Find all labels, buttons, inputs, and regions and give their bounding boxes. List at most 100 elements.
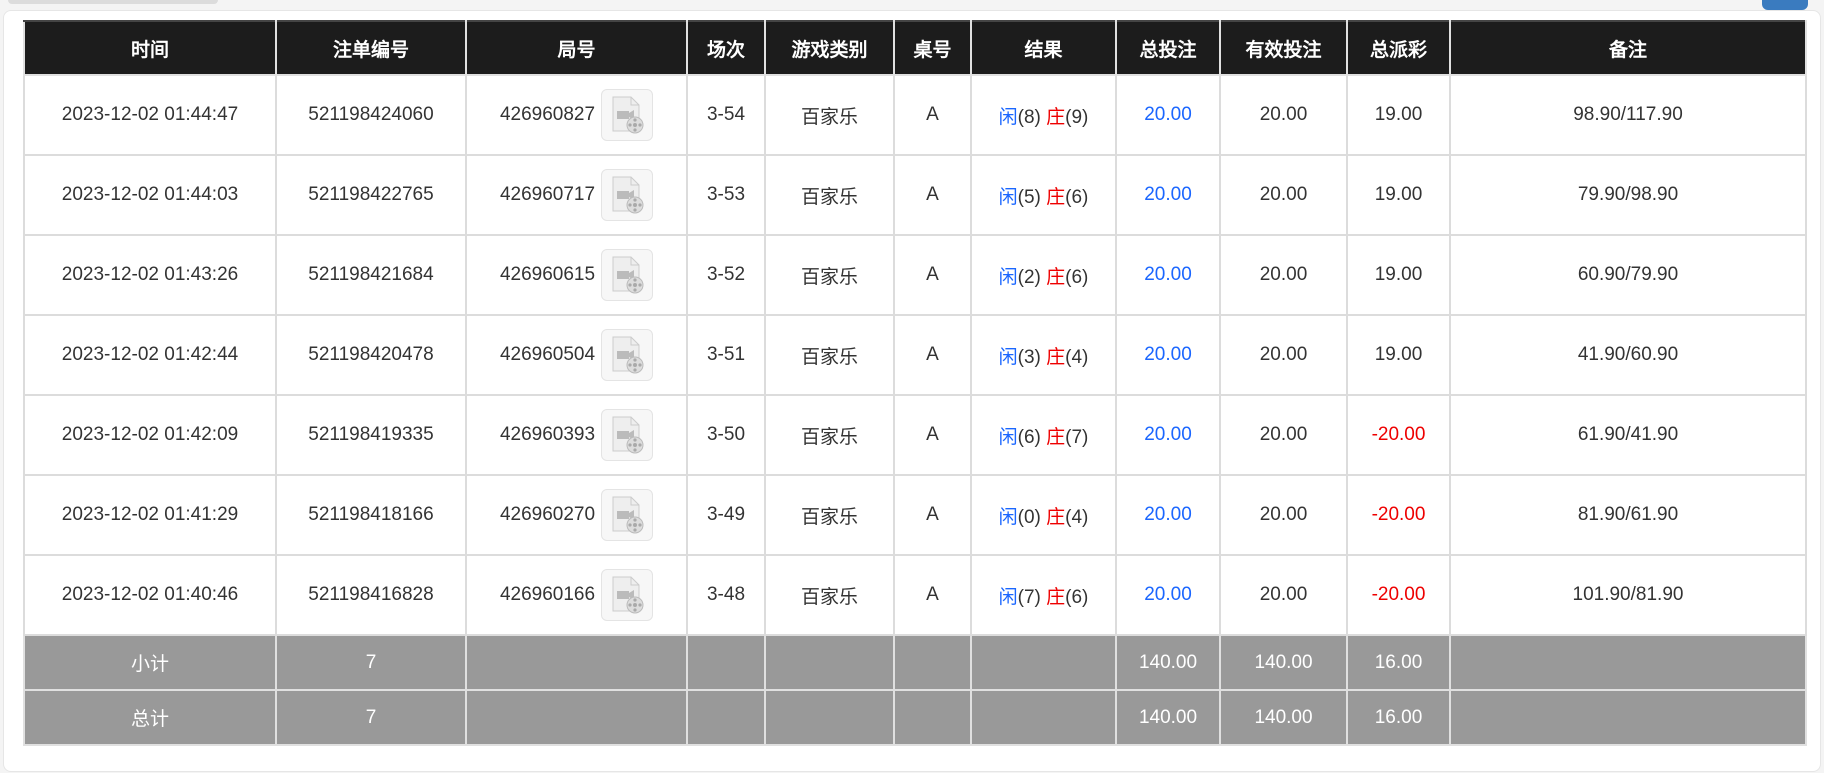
bet-id: 521198422765	[275, 154, 467, 236]
note: 61.90/41.90	[1449, 394, 1807, 476]
round-cell: 426960166	[465, 554, 688, 636]
banker-label: 庄	[1046, 266, 1066, 288]
player-label: 闲	[998, 186, 1018, 208]
table-number: A	[893, 554, 972, 636]
banker-label: 庄	[1046, 586, 1066, 608]
table-row: 2023-12-02 01:42:09 521198419335 4269603…	[23, 394, 1807, 476]
bet-id: 521198418166	[275, 474, 467, 556]
total-bet: 20.00	[1115, 74, 1221, 156]
subtotal-payout: 16.00	[1346, 634, 1451, 691]
total-row: 总计 7 140.00 140.00 16.00	[23, 689, 1807, 746]
table-row: 2023-12-02 01:44:47 521198424060 4269608…	[23, 74, 1807, 156]
round-number: 426960393	[499, 424, 596, 445]
subtotal-label: 小计	[23, 634, 277, 691]
result: 闲(3) 庄(4)	[970, 314, 1117, 396]
bet-time: 2023-12-02 01:43:26	[23, 234, 277, 316]
valid-bet: 20.00	[1219, 394, 1348, 476]
session: 3-52	[686, 234, 766, 316]
column-header: 总派彩	[1346, 20, 1451, 76]
total-bet: 20.00	[1115, 474, 1221, 556]
bet-records-table: 时间 注单编号 局号 场次 游戏类别 桌号 结果 总投注 有效投注 总派彩 备注 2023-12-0…	[23, 20, 1807, 746]
game-type: 百家乐	[764, 394, 895, 476]
total-payout: 16.00	[1346, 689, 1451, 746]
round-cell: 426960827	[465, 74, 688, 156]
bet-time: 2023-12-02 01:41:29	[23, 474, 277, 556]
total-label: 总计	[23, 689, 277, 746]
round-number: 426960270	[499, 504, 596, 525]
column-header: 桌号	[893, 20, 972, 76]
round-cell: 426960717	[465, 154, 688, 236]
banker-label: 庄	[1046, 426, 1066, 448]
video-file-icon[interactable]	[601, 569, 654, 621]
player-score: (2)	[1017, 266, 1041, 288]
total-total-bet: 140.00	[1115, 689, 1221, 746]
session: 3-53	[686, 154, 766, 236]
valid-bet: 20.00	[1219, 314, 1348, 396]
video-file-icon[interactable]	[601, 89, 654, 141]
player-label: 闲	[998, 426, 1018, 448]
session: 3-51	[686, 314, 766, 396]
note: 60.90/79.90	[1449, 234, 1807, 316]
session: 3-48	[686, 554, 766, 636]
player-score: (6)	[1017, 426, 1041, 448]
table-row: 2023-12-02 01:40:46 521198416828 4269601…	[23, 554, 1807, 636]
valid-bet: 20.00	[1219, 74, 1348, 156]
round-cell: 426960615	[465, 234, 688, 316]
column-header: 场次	[686, 20, 766, 76]
valid-bet: 20.00	[1219, 474, 1348, 556]
video-file-icon[interactable]	[601, 169, 654, 221]
total-bet: 20.00	[1115, 154, 1221, 236]
result: 闲(5) 庄(6)	[970, 154, 1117, 236]
video-file-icon[interactable]	[601, 249, 654, 301]
player-score: (8)	[1017, 106, 1041, 128]
subtotal-valid-bet: 140.00	[1219, 634, 1348, 691]
column-header: 备注	[1449, 20, 1807, 76]
banker-label: 庄	[1046, 506, 1066, 528]
column-header: 有效投注	[1219, 20, 1348, 76]
table-number: A	[893, 234, 972, 316]
banker-score: (6)	[1065, 186, 1089, 208]
total-bet: 20.00	[1115, 554, 1221, 636]
round-number: 426960166	[499, 584, 596, 605]
session: 3-50	[686, 394, 766, 476]
column-header: 游戏类别	[764, 20, 895, 76]
top-tab-strip	[8, 0, 218, 4]
game-type: 百家乐	[764, 154, 895, 236]
note: 98.90/117.90	[1449, 74, 1807, 156]
game-type: 百家乐	[764, 314, 895, 396]
player-score: (7)	[1017, 586, 1041, 608]
round-number: 426960615	[499, 264, 596, 285]
session: 3-54	[686, 74, 766, 156]
banker-score: (9)	[1065, 106, 1089, 128]
payout: 19.00	[1346, 234, 1451, 316]
payout: 19.00	[1346, 154, 1451, 236]
payout: 19.00	[1346, 314, 1451, 396]
player-label: 闲	[998, 106, 1018, 128]
banker-label: 庄	[1046, 186, 1066, 208]
top-right-button[interactable]	[1762, 0, 1808, 10]
payout: 19.00	[1346, 74, 1451, 156]
player-label: 闲	[998, 346, 1018, 368]
total-valid-bet: 140.00	[1219, 689, 1348, 746]
round-number: 426960827	[499, 104, 596, 125]
round-number: 426960504	[499, 344, 596, 365]
total-bet: 20.00	[1115, 394, 1221, 476]
video-file-icon[interactable]	[601, 489, 654, 541]
note: 101.90/81.90	[1449, 554, 1807, 636]
total-bet: 20.00	[1115, 314, 1221, 396]
subtotal-count: 7	[275, 634, 467, 691]
table-row: 2023-12-02 01:44:03 521198422765 4269607…	[23, 154, 1807, 236]
round-cell: 426960504	[465, 314, 688, 396]
video-file-icon[interactable]	[601, 409, 654, 461]
table-number: A	[893, 474, 972, 556]
table-number: A	[893, 154, 972, 236]
round-number: 426960717	[499, 184, 596, 205]
banker-score: (4)	[1065, 346, 1089, 368]
session: 3-49	[686, 474, 766, 556]
total-count: 7	[275, 689, 467, 746]
video-file-icon[interactable]	[601, 329, 654, 381]
valid-bet: 20.00	[1219, 234, 1348, 316]
round-cell: 426960393	[465, 394, 688, 476]
game-type: 百家乐	[764, 554, 895, 636]
result: 闲(2) 庄(6)	[970, 234, 1117, 316]
